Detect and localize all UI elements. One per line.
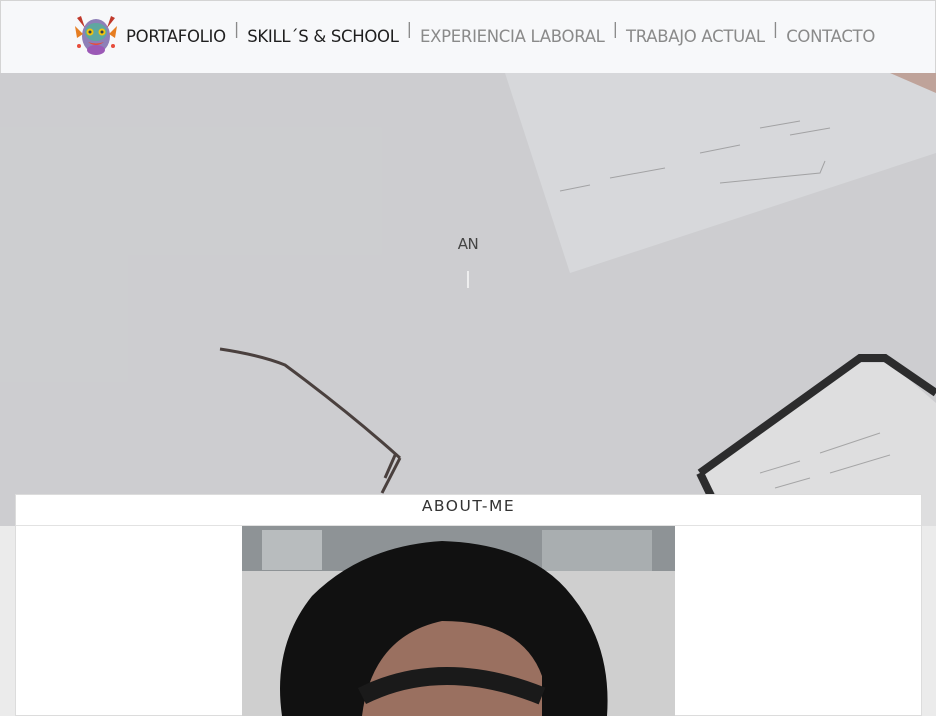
hero-title: AN <box>457 235 479 253</box>
about-me-section: ABOUT-ME <box>15 494 922 716</box>
main-nav: PORTAFOLIO | SKILL´S & SCHOOL | EXPERIEN… <box>126 19 875 47</box>
hero-banner: AN | <box>0 73 936 526</box>
nav-separator: | <box>612 19 618 38</box>
nav-trabajo-actual[interactable]: TRABAJO ACTUAL <box>626 21 765 46</box>
nav-separator: | <box>406 19 412 38</box>
nav-skills-school[interactable]: SKILL´S & SCHOOL <box>247 21 399 46</box>
about-me-heading: ABOUT-ME <box>16 495 921 526</box>
nav-contacto[interactable]: CONTACTO <box>786 21 875 46</box>
typing-cursor: | <box>465 269 471 289</box>
nav-separator: | <box>233 19 240 38</box>
profile-photo <box>242 526 675 716</box>
nav-separator: | <box>772 19 779 38</box>
nav-portafolio[interactable]: PORTAFOLIO <box>126 21 226 46</box>
hero-overlay <box>0 73 936 526</box>
top-navbar: PORTAFOLIO | SKILL´S & SCHOOL | EXPERIEN… <box>0 0 936 74</box>
mask-logo-icon[interactable] <box>73 12 119 58</box>
nav-experiencia-laboral[interactable]: EXPERIENCIA LABORAL <box>420 21 605 46</box>
